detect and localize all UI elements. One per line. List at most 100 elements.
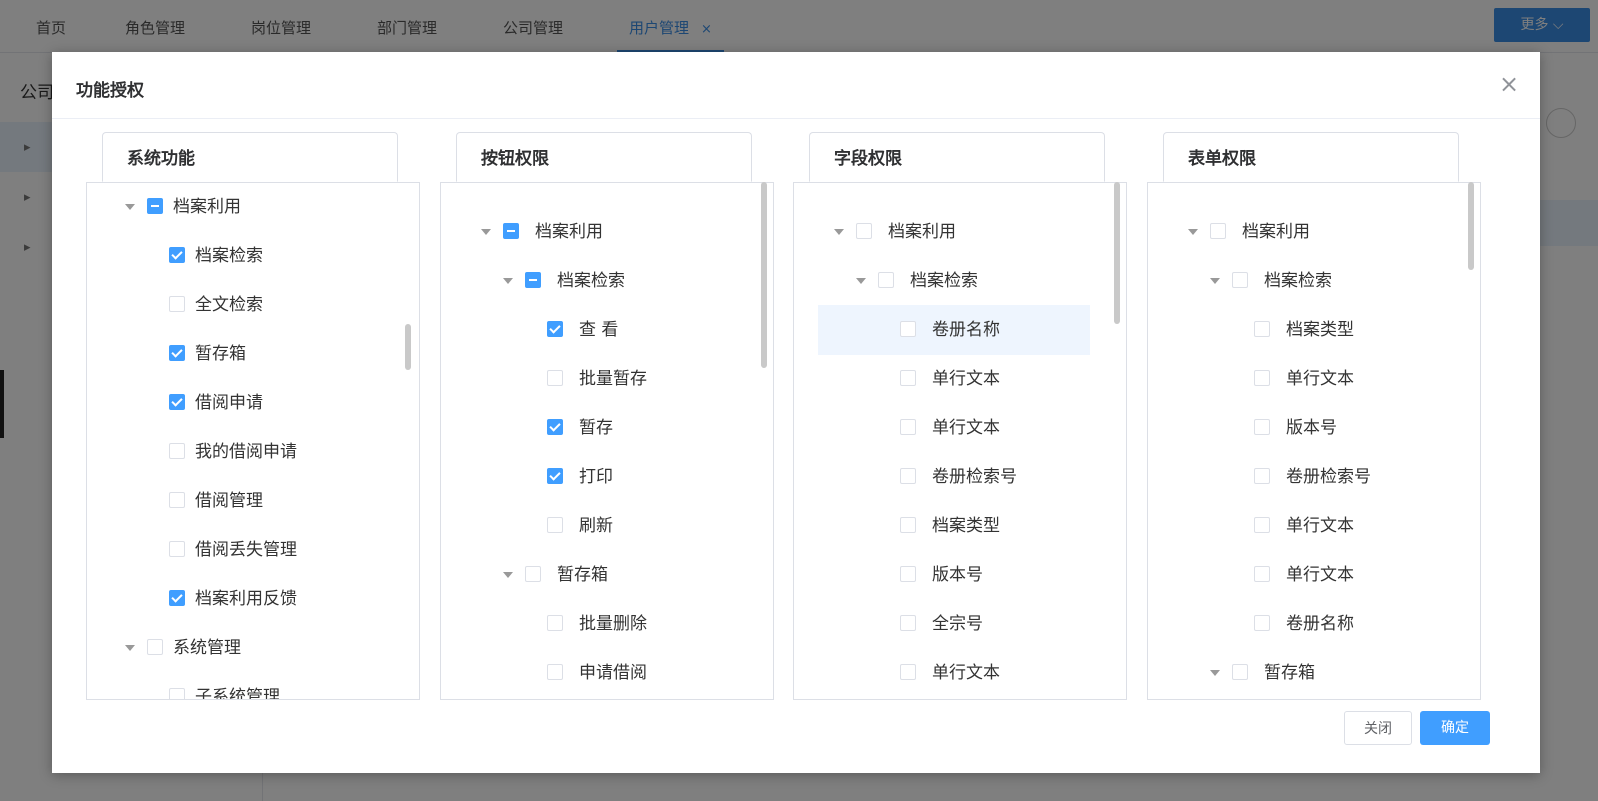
checkbox[interactable] [525,272,541,288]
caret-down-icon[interactable] [1210,670,1220,676]
tree-node[interactable]: 档案检索 [1148,256,1466,306]
checkbox[interactable] [878,272,894,288]
tree-node[interactable]: 卷册检索号 [1148,452,1466,502]
checkbox[interactable] [169,394,185,410]
checkbox[interactable] [547,370,563,386]
checkbox[interactable] [900,321,916,337]
tree-node[interactable]: 卷册检索号 [794,452,1112,502]
tree-node[interactable]: 档案检索 [794,256,1112,306]
checkbox[interactable] [169,590,185,606]
caret-down-icon[interactable] [1210,278,1220,284]
tree-node[interactable]: 暂存箱 [1148,648,1466,698]
tree-node[interactable]: 档案检索 [87,231,405,281]
checkbox[interactable] [169,492,185,508]
tree-node[interactable]: 档案利用 [87,182,405,232]
checkbox[interactable] [1254,566,1270,582]
tree-node[interactable]: 档案利用 [1148,207,1466,257]
tree-node[interactable]: 单行文本 [794,648,1112,698]
checkbox[interactable] [1254,419,1270,435]
tree-node[interactable]: 卷册名称 [818,305,1090,355]
checkbox[interactable] [900,468,916,484]
tree-node[interactable]: 我的借阅申请 [87,427,405,477]
checkbox[interactable] [147,198,163,214]
checkbox[interactable] [900,517,916,533]
tree-node[interactable]: 暂存 [441,403,759,453]
tree-node[interactable]: 单行文本 [794,403,1112,453]
tree-node[interactable]: 申请借阅 [441,648,759,698]
checkbox[interactable] [1254,370,1270,386]
tree-node[interactable]: 版本号 [794,550,1112,600]
scrollbar[interactable] [405,324,411,370]
tree-node[interactable]: 全宗号 [794,599,1112,649]
tree-node[interactable]: 暂存箱 [441,550,759,600]
checkbox[interactable] [1210,223,1226,239]
close-icon[interactable]: × [1497,72,1521,96]
checkbox[interactable] [169,443,185,459]
tab-button-permission[interactable]: 按钮权限 [456,132,752,182]
checkbox[interactable] [1254,517,1270,533]
tree-node[interactable]: 卷册名称 [1148,599,1466,649]
tree-node[interactable]: 版本号 [1148,403,1466,453]
tree-node[interactable]: 查 看 [441,305,759,355]
tree-node[interactable]: 档案利用反馈 [87,574,405,624]
checkbox[interactable] [1254,468,1270,484]
tab-system-function[interactable]: 系统功能 [102,132,398,182]
tree-node[interactable]: 单行文本 [1148,550,1466,600]
caret-down-icon[interactable] [1188,229,1198,235]
checkbox[interactable] [547,419,563,435]
tree-node[interactable]: 子系统管理 [87,672,405,699]
caret-down-icon[interactable] [856,278,866,284]
tree-node[interactable]: 单行文本 [1148,501,1466,551]
tree-node[interactable]: 档案利用 [441,207,759,257]
checkbox[interactable] [169,296,185,312]
checkbox[interactable] [169,688,185,699]
tree-node[interactable]: 批量删除 [441,599,759,649]
caret-down-icon[interactable] [481,229,491,235]
checkbox[interactable] [547,664,563,680]
tree-node[interactable]: 刷新 [441,501,759,551]
caret-down-icon[interactable] [125,645,135,651]
caret-down-icon[interactable] [503,278,513,284]
checkbox[interactable] [169,247,185,263]
tab-field-permission[interactable]: 字段权限 [809,132,1105,182]
tree-node[interactable]: 档案类型 [794,501,1112,551]
checkbox[interactable] [547,615,563,631]
checkbox[interactable] [169,345,185,361]
tree-node[interactable]: 单行文本 [1148,354,1466,404]
caret-down-icon[interactable] [503,572,513,578]
scrollbar[interactable] [1114,182,1120,324]
checkbox[interactable] [525,566,541,582]
tree-node[interactable]: 打印 [441,452,759,502]
tree-node[interactable]: 借阅申请 [87,378,405,428]
checkbox[interactable] [856,223,872,239]
checkbox[interactable] [1232,272,1248,288]
tab-form-permission[interactable]: 表单权限 [1163,132,1459,182]
tree-node[interactable]: 系统管理 [87,623,405,673]
scrollbar[interactable] [761,182,767,368]
checkbox[interactable] [1254,321,1270,337]
tree-node[interactable]: 借阅管理 [87,476,405,526]
checkbox[interactable] [900,664,916,680]
close-button[interactable]: 关闭 [1344,711,1412,745]
checkbox[interactable] [503,223,519,239]
checkbox[interactable] [547,468,563,484]
scrollbar[interactable] [1468,182,1474,270]
checkbox[interactable] [1232,664,1248,680]
tree-node[interactable]: 档案检索 [441,256,759,306]
checkbox[interactable] [547,517,563,533]
tree-node[interactable]: 单行文本 [794,354,1112,404]
checkbox[interactable] [900,566,916,582]
tree-node[interactable]: 暂存箱 [87,329,405,379]
checkbox[interactable] [147,639,163,655]
tree-node[interactable]: 档案利用 [794,207,1112,257]
checkbox[interactable] [169,541,185,557]
confirm-button[interactable]: 确定 [1420,711,1490,745]
caret-down-icon[interactable] [125,204,135,210]
tree-node[interactable]: 批量暂存 [441,354,759,404]
tree-node[interactable]: 档案类型 [1148,305,1466,355]
checkbox[interactable] [900,419,916,435]
checkbox[interactable] [900,370,916,386]
tree-node[interactable]: 借阅丢失管理 [87,525,405,575]
checkbox[interactable] [1254,615,1270,631]
tree-node[interactable]: 全文检索 [87,280,405,330]
